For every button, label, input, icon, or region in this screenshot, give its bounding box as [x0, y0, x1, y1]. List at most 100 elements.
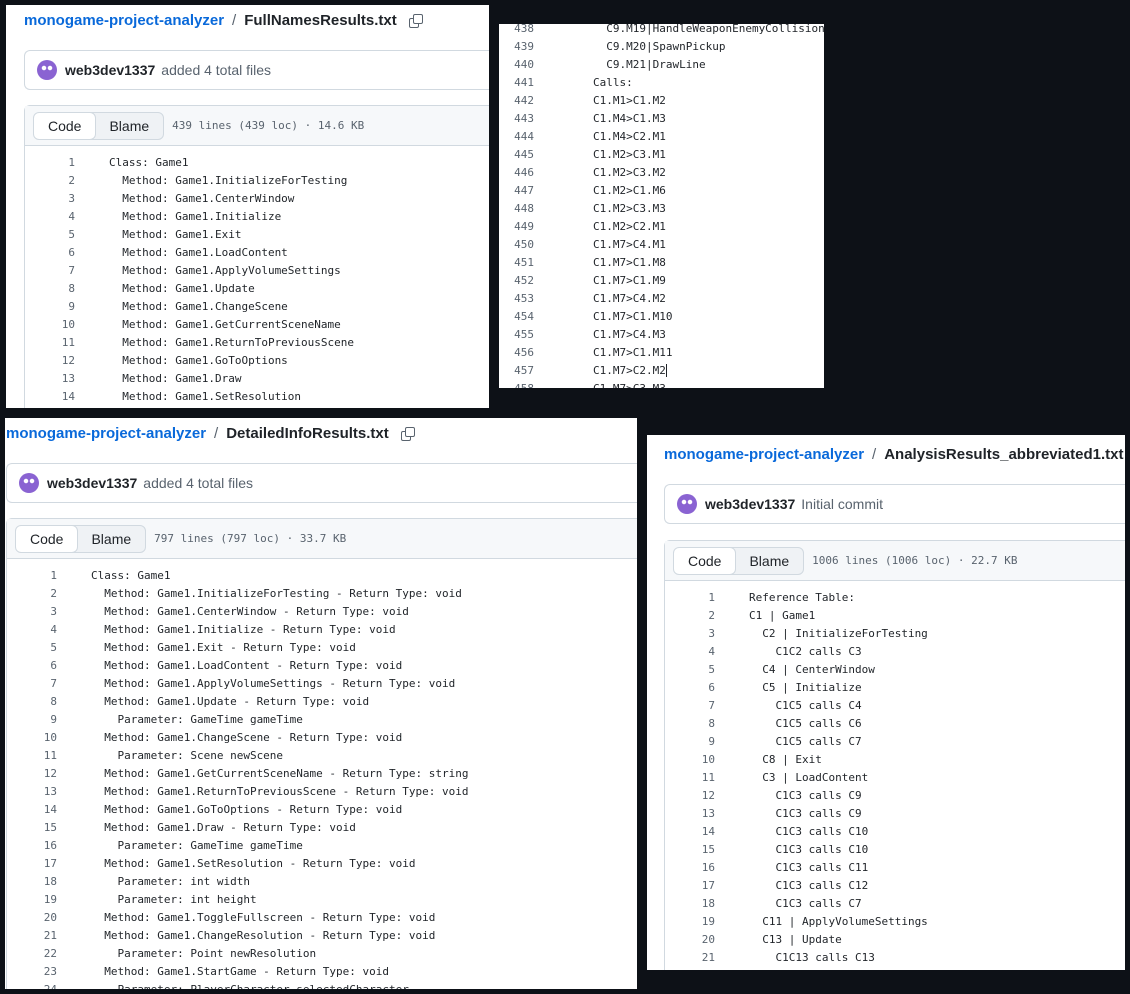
line-number[interactable]: 19 — [7, 893, 57, 906]
line-number[interactable]: 18 — [665, 897, 715, 910]
line-number[interactable]: 9 — [25, 300, 75, 313]
blame-tab[interactable]: Blame — [735, 548, 803, 574]
line-number[interactable]: 9 — [7, 713, 57, 726]
line-number[interactable]: 456 — [499, 346, 534, 359]
line-number[interactable]: 20 — [7, 911, 57, 924]
line-number[interactable]: 22 — [7, 947, 57, 960]
line-number[interactable]: 1 — [25, 156, 75, 169]
line-number[interactable]: 441 — [499, 76, 534, 89]
line-number[interactable]: 3 — [665, 627, 715, 640]
line-number[interactable]: 3 — [25, 192, 75, 205]
line-number[interactable]: 14 — [25, 390, 75, 403]
line-number[interactable]: 445 — [499, 148, 534, 161]
line-number[interactable]: 440 — [499, 58, 534, 71]
line-number[interactable]: 2 — [7, 587, 57, 600]
line-number[interactable]: 12 — [665, 789, 715, 802]
line-number[interactable]: 10 — [665, 753, 715, 766]
line-number[interactable]: 14 — [665, 825, 715, 838]
line-number[interactable]: 10 — [7, 731, 57, 744]
line-number[interactable]: 23 — [7, 965, 57, 978]
commit-author[interactable]: web3dev1337 — [705, 496, 795, 512]
line-number[interactable]: 6 — [25, 246, 75, 259]
avatar[interactable] — [37, 60, 57, 80]
commit-message[interactable]: added 4 total files — [143, 475, 253, 491]
line-number[interactable]: 6 — [665, 681, 715, 694]
line-number[interactable]: 442 — [499, 94, 534, 107]
line-number[interactable]: 448 — [499, 202, 534, 215]
commit-message[interactable]: Initial commit — [801, 496, 883, 512]
line-number[interactable]: 454 — [499, 310, 534, 323]
line-number[interactable]: 453 — [499, 292, 534, 305]
copy-path-icon[interactable] — [400, 426, 415, 441]
line-number[interactable]: 13 — [7, 785, 57, 798]
line-number[interactable]: 449 — [499, 220, 534, 233]
line-number[interactable]: 5 — [25, 228, 75, 241]
line-number[interactable]: 444 — [499, 130, 534, 143]
line-number[interactable]: 458 — [499, 382, 534, 389]
line-number[interactable]: 20 — [665, 933, 715, 946]
commit-author[interactable]: web3dev1337 — [47, 475, 137, 491]
line-number[interactable]: 13 — [25, 372, 75, 385]
line-number[interactable]: 11 — [7, 749, 57, 762]
line-number[interactable]: 455 — [499, 328, 534, 341]
line-number[interactable]: 5 — [665, 663, 715, 676]
line-number[interactable]: 5 — [7, 641, 57, 654]
line-number[interactable]: 21 — [7, 929, 57, 942]
blame-tab[interactable]: Blame — [77, 526, 145, 552]
line-number[interactable]: 451 — [499, 256, 534, 269]
line-number[interactable]: 16 — [665, 861, 715, 874]
line-number[interactable]: 2 — [665, 609, 715, 622]
line-number[interactable]: 18 — [7, 875, 57, 888]
line-number[interactable]: 13 — [665, 807, 715, 820]
line-number[interactable]: 19 — [665, 915, 715, 928]
line-number[interactable]: 14 — [7, 803, 57, 816]
line-number[interactable]: 7 — [7, 677, 57, 690]
line-number[interactable]: 16 — [7, 839, 57, 852]
line-number[interactable]: 6 — [7, 659, 57, 672]
line-number[interactable]: 17 — [7, 857, 57, 870]
line-number[interactable]: 443 — [499, 112, 534, 125]
repo-link[interactable]: monogame-project-analyzer — [6, 425, 206, 442]
repo-link[interactable]: monogame-project-analyzer — [664, 446, 864, 463]
line-number[interactable]: 7 — [665, 699, 715, 712]
line-number[interactable]: 439 — [499, 40, 534, 53]
line-number[interactable]: 438 — [499, 24, 534, 35]
line-number[interactable]: 21 — [665, 951, 715, 964]
line-number[interactable]: 17 — [665, 879, 715, 892]
line-number[interactable]: 447 — [499, 184, 534, 197]
blame-tab[interactable]: Blame — [95, 113, 163, 139]
line-number[interactable]: 8 — [665, 717, 715, 730]
avatar[interactable] — [677, 494, 697, 514]
line-number[interactable]: 446 — [499, 166, 534, 179]
code-tab[interactable]: Code — [16, 525, 79, 552]
commit-message[interactable]: added 4 total files — [161, 62, 271, 78]
line-number[interactable]: 15 — [7, 821, 57, 834]
line-number[interactable]: 12 — [25, 354, 75, 367]
copy-path-icon[interactable] — [408, 13, 423, 28]
line-number[interactable]: 4 — [25, 210, 75, 223]
line-number[interactable]: 1 — [7, 569, 57, 582]
line-number[interactable]: 457 — [499, 364, 534, 377]
line-number[interactable]: 15 — [665, 843, 715, 856]
repo-link[interactable]: monogame-project-analyzer — [24, 12, 224, 29]
line-number[interactable]: 8 — [7, 695, 57, 708]
line-number[interactable]: 10 — [25, 318, 75, 331]
line-number[interactable]: 11 — [25, 336, 75, 349]
line-number[interactable]: 4 — [7, 623, 57, 636]
avatar[interactable] — [19, 473, 39, 493]
line-number[interactable]: 4 — [665, 645, 715, 658]
line-number[interactable]: 3 — [7, 605, 57, 618]
line-number[interactable]: 24 — [7, 983, 57, 990]
commit-author[interactable]: web3dev1337 — [65, 62, 155, 78]
line-number[interactable]: 9 — [665, 735, 715, 748]
line-number[interactable]: 452 — [499, 274, 534, 287]
code-tab[interactable]: Code — [34, 112, 97, 139]
line-number[interactable]: 8 — [25, 282, 75, 295]
line-number[interactable]: 11 — [665, 771, 715, 784]
line-number[interactable]: 450 — [499, 238, 534, 251]
line-number[interactable]: 12 — [7, 767, 57, 780]
code-tab[interactable]: Code — [674, 547, 737, 574]
line-number[interactable]: 7 — [25, 264, 75, 277]
line-number[interactable]: 2 — [25, 174, 75, 187]
line-number[interactable]: 1 — [665, 591, 715, 604]
